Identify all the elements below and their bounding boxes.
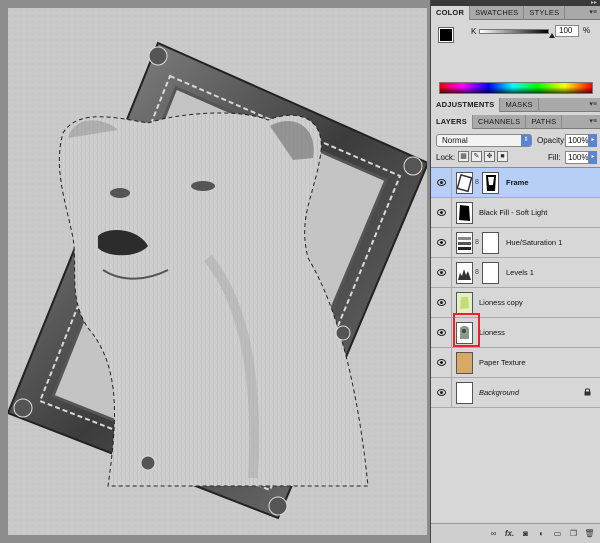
layer-thumbnail [456, 322, 473, 344]
layers-tabbar: LAYERS CHANNELS PATHS ▾≡ [431, 115, 600, 129]
layers-list: 8 Frame Black Fill - Soft Light 8 Hue/Sa… [431, 167, 600, 411]
layer-thumbnail [456, 382, 473, 404]
layer-name: Levels 1 [506, 268, 534, 277]
tab-styles[interactable]: STYLES [524, 6, 566, 20]
eye-icon[interactable] [437, 389, 446, 396]
lock-label: Lock: [436, 153, 456, 162]
fill-field[interactable]: 100% [565, 151, 589, 164]
levels-histogram-icon [456, 262, 473, 284]
tab-masks[interactable]: MASKS [500, 98, 539, 112]
layers-options: Normal ⇕ Opacity: 100% ▸ Lock: ▦ ✎ ✥ ■ F… [431, 131, 600, 171]
adjustments-tabbar: ADJUSTMENTS MASKS ▾≡ [431, 98, 600, 112]
color-panel: K 100 % [431, 20, 600, 94]
chain-link-icon[interactable]: 8 [475, 179, 479, 186]
layer-row-levels[interactable]: 8 Levels 1 [431, 258, 600, 288]
tab-adjustments[interactable]: ADJUSTMENTS [431, 98, 501, 112]
layer-name: Lioness [479, 328, 505, 337]
lock-transparency-icon[interactable]: ▦ [458, 151, 469, 162]
tab-paths[interactable]: PATHS [526, 115, 563, 129]
eye-icon[interactable] [437, 299, 446, 306]
eye-icon[interactable] [437, 359, 446, 366]
fill-label: Fill: [548, 153, 561, 162]
lock-icon [584, 388, 591, 396]
layer-name: Lioness copy [479, 298, 523, 307]
percent-sign: % [583, 26, 591, 35]
eye-icon[interactable] [437, 269, 446, 276]
document-canvas[interactable] [8, 8, 427, 535]
trash-icon[interactable]: 🗑 [584, 528, 595, 539]
layer-row-paper-texture[interactable]: Paper Texture [431, 348, 600, 378]
layer-row-black-fill[interactable]: Black Fill - Soft Light [431, 198, 600, 228]
eye-icon[interactable] [437, 209, 446, 216]
layer-name: Background [479, 388, 520, 397]
layer-thumbnail [456, 292, 473, 314]
layer-thumbnail [456, 352, 473, 374]
layer-style-icon[interactable]: fx. [504, 528, 515, 539]
add-mask-icon[interactable]: ◙ [520, 528, 531, 539]
channel-label: K [471, 27, 477, 36]
layer-row-hue-saturation[interactable]: 8 Hue/Saturation 1 [431, 228, 600, 258]
layer-row-lioness[interactable]: Lioness [431, 318, 600, 348]
lock-pixels-icon[interactable]: ✎ [471, 151, 482, 162]
blend-mode-select[interactable]: Normal ⇕ [436, 134, 532, 147]
adjustment-layer-icon[interactable]: ◐ [536, 528, 547, 539]
color-tabbar: COLOR SWATCHES STYLES ▾≡ [431, 6, 600, 20]
layer-row-frame[interactable]: 8 Frame [431, 168, 600, 198]
color-spectrum-ramp[interactable] [439, 82, 593, 94]
panel-menu-icon[interactable]: ▾≡ [589, 115, 597, 129]
k-slider[interactable] [479, 29, 549, 34]
canvas-area [0, 0, 430, 543]
layer-name: Frame [506, 178, 529, 187]
lioness-eye [191, 181, 215, 191]
eye-icon[interactable] [437, 179, 446, 186]
lock-all-icon[interactable]: ■ [497, 151, 508, 162]
tab-layers[interactable]: LAYERS [431, 115, 473, 129]
panel-menu-icon[interactable]: ▾≡ [589, 98, 597, 112]
hue-saturation-icon [456, 232, 473, 254]
lock-buttons: ▦ ✎ ✥ ■ [458, 151, 508, 162]
foreground-color-swatch[interactable] [438, 27, 454, 43]
layer-row-lioness-copy[interactable]: Lioness copy [431, 288, 600, 318]
tab-color[interactable]: COLOR [431, 6, 471, 20]
chain-link-icon[interactable]: 8 [475, 269, 479, 276]
artwork [8, 8, 427, 535]
layer-name: Paper Texture [479, 358, 526, 367]
chevron-updown-icon: ⇕ [521, 135, 531, 146]
lock-position-icon[interactable]: ✥ [484, 151, 495, 162]
layer-mask-thumbnail[interactable] [482, 232, 499, 254]
panel-menu-icon[interactable]: ▾≡ [589, 6, 597, 20]
tab-swatches[interactable]: SWATCHES [470, 6, 525, 20]
opacity-label: Opacity: [537, 136, 567, 145]
layer-name: Hue/Saturation 1 [506, 238, 563, 247]
blend-mode-value: Normal [442, 136, 468, 145]
eye-icon[interactable] [437, 329, 446, 336]
opacity-field[interactable]: 100% [565, 134, 589, 147]
chain-link-icon[interactable]: 8 [475, 239, 479, 246]
layer-row-background[interactable]: Background [431, 378, 600, 408]
k-value-field[interactable]: 100 [555, 25, 579, 37]
layer-thumbnail [456, 202, 473, 224]
opacity-dropdown-icon[interactable]: ▸ [589, 134, 597, 147]
fill-dropdown-icon[interactable]: ▸ [589, 151, 597, 164]
tab-channels[interactable]: CHANNELS [473, 115, 527, 129]
panels-dock: ▸ ▸ COLOR SWATCHES STYLES ▾≡ K 100 % ADJU… [430, 0, 600, 543]
eye-icon[interactable] [437, 239, 446, 246]
layer-name: Black Fill - Soft Light [479, 208, 548, 217]
layer-mask-thumbnail[interactable] [482, 172, 499, 194]
new-group-icon[interactable]: ▭ [552, 528, 563, 539]
layer-thumbnail [456, 172, 473, 194]
new-layer-icon[interactable]: ❐ [568, 528, 579, 539]
layers-bottom-toolbar: ∞ fx. ◙ ◐ ▭ ❐ 🗑 [431, 523, 600, 543]
layer-mask-thumbnail[interactable] [482, 262, 499, 284]
link-layers-icon[interactable]: ∞ [488, 528, 499, 539]
photoshop-window: ▸ ▸ COLOR SWATCHES STYLES ▾≡ K 100 % ADJU… [0, 0, 600, 543]
